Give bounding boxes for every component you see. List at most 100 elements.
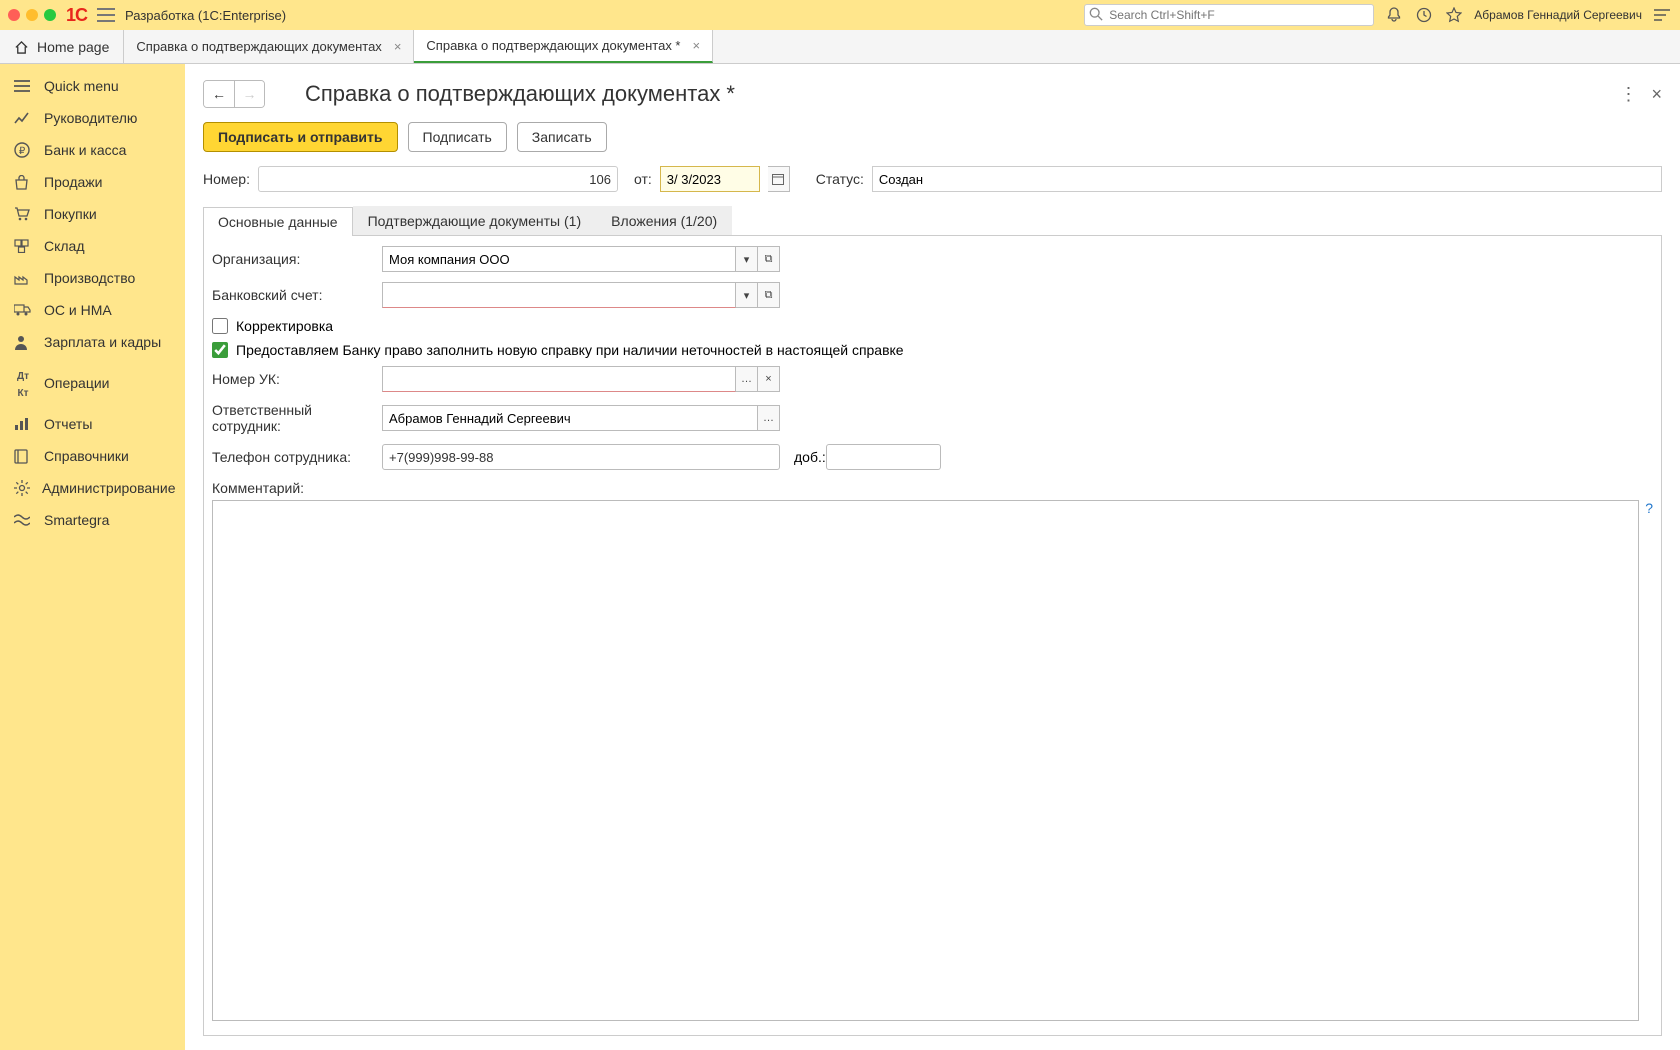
- titlebar: 1C Разработка (1C:Enterprise) Абрамов Ге…: [0, 0, 1680, 30]
- sidebar-item-assets[interactable]: ОС и НМА: [0, 294, 185, 326]
- from-label: от:: [634, 171, 652, 187]
- sidebar-item-directories[interactable]: Справочники: [0, 440, 185, 472]
- close-icon[interactable]: ×: [693, 38, 701, 53]
- help-icon[interactable]: ?: [1645, 500, 1653, 516]
- sidebar-label: Операции: [44, 375, 110, 391]
- sidebar-label: Покупки: [44, 206, 97, 222]
- tab-doc-2-label: Справка о подтверждающих документах *: [426, 38, 680, 53]
- sidebar-item-bank[interactable]: ₽ Банк и касса: [0, 134, 185, 166]
- current-user[interactable]: Абрамов Геннадий Сергеевич: [1474, 8, 1642, 22]
- open-icon[interactable]: ⧉: [758, 282, 780, 308]
- organization-label: Организация:: [212, 251, 382, 267]
- sidebar-item-purchases[interactable]: Покупки: [0, 198, 185, 230]
- sidebar-label: Банк и касса: [44, 142, 126, 158]
- search-input[interactable]: [1084, 4, 1374, 26]
- sidebar-item-smartegra[interactable]: Smartegra: [0, 504, 185, 536]
- search-icon: [1089, 7, 1103, 21]
- sidebar-item-payroll[interactable]: Зарплата и кадры: [0, 326, 185, 358]
- sidebar-label: Склад: [44, 238, 85, 254]
- close-icon[interactable]: ×: [394, 39, 402, 54]
- dropdown-icon[interactable]: ▾: [736, 246, 758, 272]
- save-button[interactable]: Записать: [517, 122, 607, 152]
- document-tabs: Home page Справка о подтверждающих докум…: [0, 30, 1680, 64]
- sidebar-label: Quick menu: [44, 78, 119, 94]
- forward-button[interactable]: →: [234, 81, 264, 107]
- phone-label: Телефон сотрудника:: [212, 449, 382, 465]
- tab-attachments[interactable]: Вложения (1/20): [596, 206, 732, 235]
- factory-icon: [14, 271, 32, 285]
- uk-number-label: Номер УК:: [212, 371, 382, 387]
- sidebar-label: Отчеты: [44, 416, 92, 432]
- person-icon: [14, 335, 32, 350]
- tab-doc-1-label: Справка о подтверждающих документах: [136, 39, 381, 54]
- sign-and-send-button[interactable]: Подписать и отправить: [203, 122, 398, 152]
- sidebar-item-quickmenu[interactable]: Quick menu: [0, 70, 185, 102]
- ellipsis-icon[interactable]: …: [758, 405, 780, 431]
- maximize-window-icon[interactable]: [44, 9, 56, 21]
- journal-icon: ДтКт: [14, 366, 32, 400]
- ext-label: доб.:: [794, 449, 826, 465]
- sidebar-label: Продажи: [44, 174, 102, 190]
- minimize-window-icon[interactable]: [26, 9, 38, 21]
- comment-textarea[interactable]: [212, 500, 1639, 1021]
- bank-account-input[interactable]: [382, 282, 736, 308]
- book-icon: [14, 449, 32, 464]
- sidebar-item-manager[interactable]: Руководителю: [0, 102, 185, 134]
- uk-number-input[interactable]: [382, 366, 736, 392]
- open-icon[interactable]: ⧉: [758, 246, 780, 272]
- global-search[interactable]: [1084, 4, 1374, 26]
- sidebar-item-admin[interactable]: Администрирование: [0, 472, 185, 504]
- correction-checkbox[interactable]: [212, 318, 228, 334]
- tab-doc-1[interactable]: Справка о подтверждающих документах ×: [124, 30, 414, 63]
- ext-input[interactable]: [826, 444, 941, 470]
- logo-1c-icon: 1C: [66, 5, 87, 26]
- gear-icon: [14, 480, 30, 496]
- ellipsis-icon[interactable]: …: [736, 366, 758, 392]
- home-icon: [14, 40, 29, 54]
- sidebar-item-sales[interactable]: Продажи: [0, 166, 185, 198]
- number-label: Номер:: [203, 171, 250, 187]
- number-input[interactable]: [258, 166, 618, 192]
- sidebar-label: ОС и НМА: [44, 302, 112, 318]
- more-icon[interactable]: ⋮: [1619, 84, 1637, 105]
- grant-bank-checkbox[interactable]: [212, 342, 228, 358]
- sidebar-label: Руководителю: [44, 110, 137, 126]
- sidebar-item-production[interactable]: Производство: [0, 262, 185, 294]
- sidebar-label: Зарплата и кадры: [44, 334, 161, 350]
- phone-input[interactable]: [382, 444, 780, 470]
- history-icon[interactable]: [1414, 5, 1434, 25]
- bell-icon[interactable]: [1384, 5, 1404, 25]
- nav-buttons: ← →: [203, 80, 265, 108]
- sidebar-item-warehouse[interactable]: Склад: [0, 230, 185, 262]
- responsible-label: Ответственный сотрудник:: [212, 402, 382, 434]
- calendar-icon[interactable]: [768, 166, 790, 192]
- dropdown-icon[interactable]: ▾: [736, 282, 758, 308]
- organization-input[interactable]: [382, 246, 736, 272]
- cart-icon: [14, 207, 32, 221]
- tab-home-label: Home page: [37, 39, 109, 55]
- grant-bank-label: Предоставляем Банку право заполнить нову…: [236, 342, 904, 358]
- settings-lines-icon[interactable]: [1652, 5, 1672, 25]
- sign-button[interactable]: Подписать: [408, 122, 507, 152]
- close-icon[interactable]: ×: [1651, 84, 1662, 105]
- sidebar-item-operations[interactable]: ДтКт Операции: [0, 358, 185, 408]
- tab-home[interactable]: Home page: [0, 30, 124, 63]
- back-button[interactable]: ←: [204, 81, 234, 107]
- truck-icon: [14, 304, 32, 316]
- tab-doc-2[interactable]: Справка о подтверждающих документах * ×: [414, 30, 713, 63]
- tab-main-data[interactable]: Основные данные: [203, 207, 353, 236]
- ruble-icon: ₽: [14, 142, 32, 158]
- star-icon[interactable]: [1444, 5, 1464, 25]
- burger-icon: [14, 80, 32, 92]
- comment-label: Комментарий:: [212, 480, 304, 496]
- sidebar-label: Справочники: [44, 448, 129, 464]
- menu-icon[interactable]: [97, 8, 115, 22]
- bars-icon: [14, 417, 32, 431]
- date-input[interactable]: [660, 166, 760, 192]
- close-window-icon[interactable]: [8, 9, 20, 21]
- tab-supporting-docs[interactable]: Подтверждающие документы (1): [353, 206, 597, 235]
- sidebar-item-reports[interactable]: Отчеты: [0, 408, 185, 440]
- responsible-input[interactable]: [382, 405, 758, 431]
- status-input: [872, 166, 1662, 192]
- clear-icon[interactable]: ×: [758, 366, 780, 392]
